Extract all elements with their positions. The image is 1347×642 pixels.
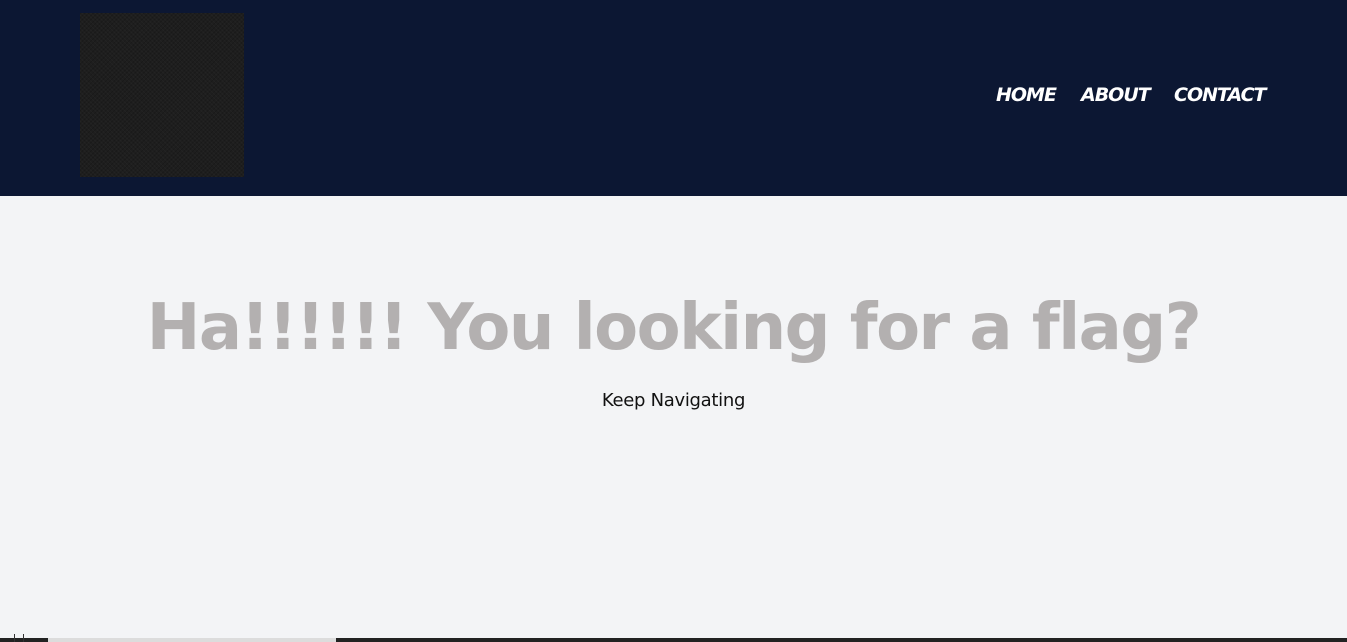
logo-image[interactable]	[80, 13, 244, 177]
nav-contact-link[interactable]: CONTACT	[1174, 84, 1267, 106]
scrollbar-thumb[interactable]	[48, 638, 336, 642]
scroll-left-arrow-icon[interactable]	[14, 634, 24, 642]
site-header: HOME ABOUT CONTACT	[0, 0, 1347, 196]
page-subtitle: Keep Navigating	[601, 390, 746, 411]
nav-home-link[interactable]: HOME	[996, 84, 1057, 106]
nav-about-link[interactable]: ABOUT	[1081, 84, 1151, 106]
page-title: Ha!!!!!! You looking for a flag?	[146, 291, 1202, 365]
